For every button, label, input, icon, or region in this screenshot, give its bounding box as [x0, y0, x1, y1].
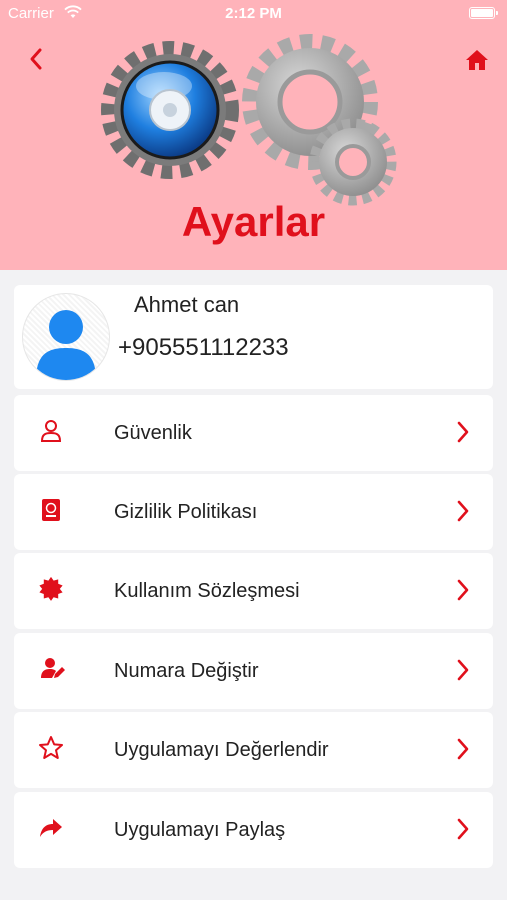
- menu-item-numara-degistir[interactable]: Numara Değiştir: [14, 633, 493, 709]
- chevron-right-icon: [457, 500, 469, 522]
- gears-illustration: [101, 34, 397, 206]
- page-title: Ayarlar: [181, 198, 326, 245]
- user-avatar-icon: [22, 293, 110, 381]
- chevron-left-icon: [30, 48, 42, 70]
- certificate-badge-icon: [39, 576, 63, 601]
- menu-item-label: Kullanım Sözleşmesi: [114, 580, 300, 602]
- menu-item-kullanim-sozlesmesi[interactable]: Kullanım Sözleşmesi: [14, 553, 493, 629]
- menu-item-label: Güvenlik: [114, 422, 192, 444]
- chevron-right-icon: [457, 738, 469, 760]
- back-button[interactable]: [22, 44, 52, 74]
- status-bar: Carrier 2:12 PM: [0, 0, 507, 28]
- home-icon: [466, 50, 488, 70]
- menu-item-label: Uygulamayı Paylaş: [114, 819, 286, 841]
- menu-item-label: Numara Değiştir: [114, 660, 259, 682]
- chevron-right-icon: [457, 579, 469, 601]
- status-time: 2:12 PM: [225, 5, 282, 22]
- menu-item-gizlilik-politikasi[interactable]: Gizlilik Politikası: [14, 474, 493, 550]
- menu-item-guvenlik[interactable]: Güvenlik: [14, 395, 493, 471]
- header: Carrier 2:12 PM Ayarlar: [0, 0, 507, 270]
- user-edit-icon: [41, 658, 65, 678]
- menu-item-label: Uygulamayı Değerlendir: [114, 739, 329, 761]
- menu-item-uygulamayi-paylas[interactable]: Uygulamayı Paylaş: [14, 792, 493, 868]
- user-outline-icon: [40, 420, 62, 442]
- chevron-right-icon: [457, 421, 469, 443]
- menu-item-label: Gizlilik Politikası: [114, 501, 258, 523]
- chevron-right-icon: [457, 659, 469, 681]
- profile-phone: +905551112233: [118, 334, 289, 361]
- chevron-right-icon: [457, 818, 469, 840]
- profile-name: Ahmet can: [134, 292, 240, 317]
- passport-icon: [42, 499, 60, 521]
- battery-icon: [469, 7, 498, 19]
- star-outline-icon: [39, 736, 63, 759]
- menu-item-uygulamayi-degerlendir[interactable]: Uygulamayı Değerlendir: [14, 712, 493, 788]
- share-arrow-icon: [40, 819, 62, 837]
- home-button[interactable]: [463, 46, 491, 74]
